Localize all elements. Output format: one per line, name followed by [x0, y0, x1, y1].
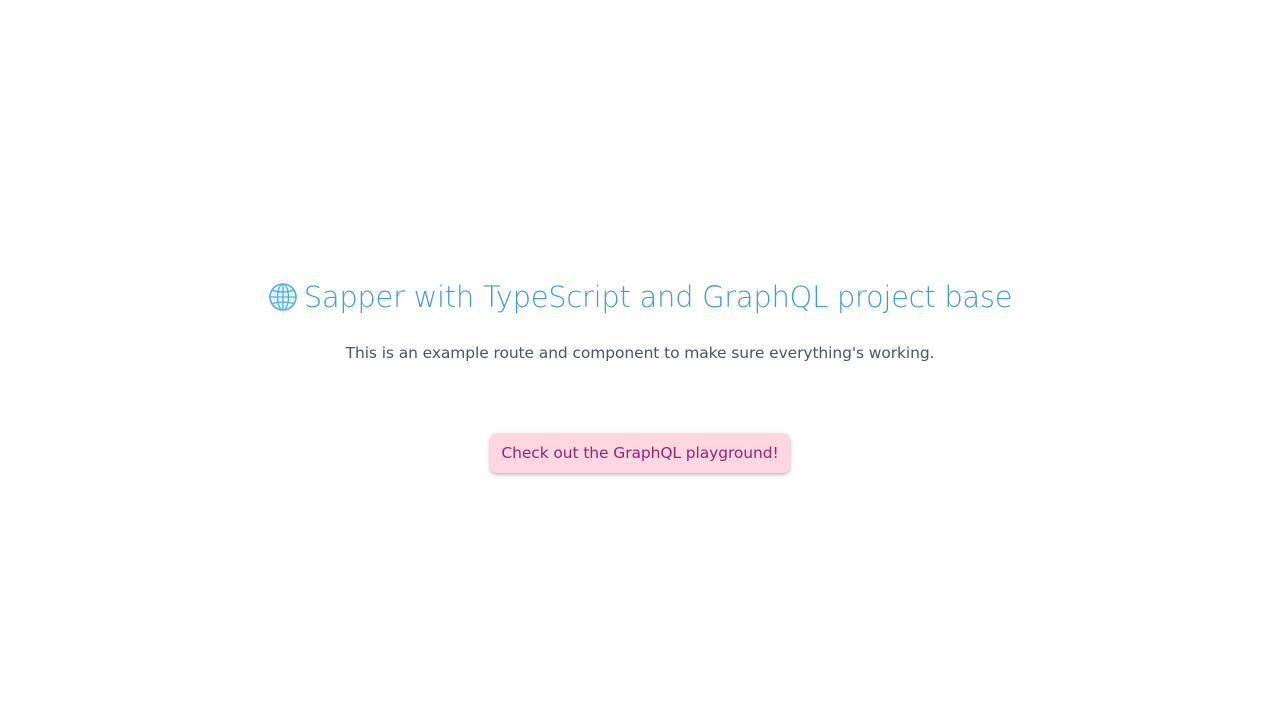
page-subtitle: This is an example route and component t…: [345, 344, 935, 362]
hero-section: Sapper with TypeScript and GraphQL proje…: [0, 278, 1280, 473]
globe-icon: [268, 282, 298, 312]
title-row: Sapper with TypeScript and GraphQL proje…: [268, 278, 1013, 316]
page: Sapper with TypeScript and GraphQL proje…: [0, 0, 1280, 720]
page-title: Sapper with TypeScript and GraphQL proje…: [303, 280, 1013, 314]
graphql-playground-button[interactable]: Check out the GraphQL playground!: [490, 432, 790, 473]
